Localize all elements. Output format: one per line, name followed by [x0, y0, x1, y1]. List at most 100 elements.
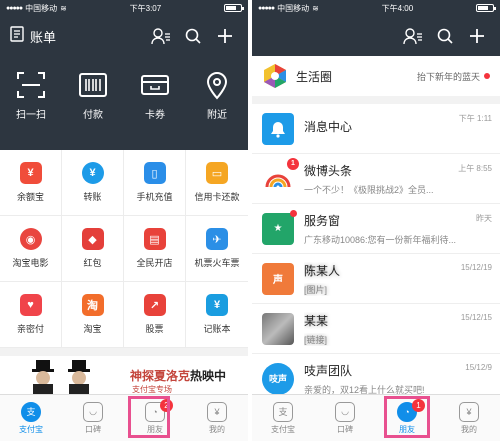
grid-item[interactable]: ✈ 机票火车票: [186, 216, 248, 282]
bell-icon: [262, 112, 294, 145]
grid-item-label: 股票: [145, 324, 164, 334]
grid-item[interactable]: ◉ 淘宝电影: [0, 216, 62, 282]
grid-item-label: 转账: [83, 192, 102, 202]
banner-subtitle: 支付宝专场: [132, 385, 172, 394]
carrier-label: 中国移动: [25, 3, 58, 13]
banner-title: 神探夏洛克热映中: [130, 367, 226, 384]
promo-banner[interactable]: 神探夏洛克热映中 支付宝专场: [0, 356, 248, 394]
message-preview: 一个不少！《极限挑战2》全员...: [304, 184, 434, 195]
life-circle-row[interactable]: 生活圈 抬下新年的蓝天: [252, 56, 500, 96]
plane-icon: ✈: [206, 228, 228, 250]
quick-actions: 扫一扫 付款 卡券 附近: [0, 56, 248, 150]
list-item[interactable]: 某某 [链接] 15/12/15: [252, 304, 500, 354]
avatar: [262, 312, 294, 345]
tab-koubei[interactable]: ◡ 口碑: [62, 395, 124, 441]
koubei-icon: ◡: [335, 401, 355, 422]
tab-bar: 支支付宝 ◡ 口碑 ◔ 朋友 2 ¥ 我的: [0, 394, 248, 441]
shop-icon: ▤: [143, 228, 166, 250]
grid-item-label: 红包: [83, 258, 102, 268]
heart-icon: ♥: [19, 294, 42, 316]
tab-mine[interactable]: ¥ 我的: [186, 395, 248, 441]
plus-icon[interactable]: [464, 23, 490, 49]
signal-icon: ●●●●●: [6, 4, 23, 12]
signal-group: ●●●●● 中国移动 ≋: [6, 3, 67, 14]
contacts-icon[interactable]: [148, 23, 174, 49]
message-time: 上午 8:55: [458, 164, 492, 173]
grid-item[interactable]: ¥ 记账本: [186, 282, 248, 348]
message-preview: [链接]: [304, 334, 328, 345]
plus-icon[interactable]: [212, 23, 238, 49]
grid-item-label: 记账本: [203, 324, 231, 334]
scan-button[interactable]: 扫一扫: [5, 70, 57, 121]
pay-label: 付款: [83, 110, 103, 121]
message-time: 昨天: [476, 214, 492, 223]
banner-title-b: 热映中: [190, 369, 227, 383]
grid-item[interactable]: ▤ 全民开店: [124, 216, 186, 282]
bill-icon[interactable]: [10, 25, 24, 47]
taobao-icon: 淘: [81, 294, 104, 316]
grid-item[interactable]: ♥ 亲密付: [0, 282, 62, 348]
grid-item-label: 余额宝: [16, 192, 44, 202]
grid-item-label: 信用卡还款: [194, 192, 240, 202]
search-icon[interactable]: [180, 23, 206, 49]
list-item[interactable]: 消息中心 下午 1:11: [252, 104, 500, 154]
grid-item[interactable]: ¥ 余额宝: [0, 150, 62, 216]
tab-label: 我的: [461, 424, 477, 434]
avatar: 声: [262, 262, 294, 295]
grid-item[interactable]: ▭ 信用卡还款: [186, 150, 248, 216]
tab-alipay[interactable]: 支支付宝: [0, 395, 62, 441]
header-dark: ●●●●● 中国移动 ≋ 下午4:00: [252, 0, 500, 56]
grid-item-label: 淘宝: [83, 324, 102, 334]
wifi-icon: ≋: [60, 3, 67, 13]
alipay-icon: 支: [21, 401, 41, 422]
list-item[interactable]: 声 陈某人 [图片] 15/12/19: [252, 254, 500, 304]
tab-alipay[interactable]: 支支付宝: [252, 395, 314, 441]
grid-item[interactable]: ▯ 手机充值: [124, 150, 186, 216]
list-item[interactable]: 1 微博头条 一个不少！《极限挑战2》全员... 上午 8:55: [252, 154, 500, 204]
message-preview: [图片]: [304, 284, 328, 295]
tab-koubei[interactable]: ◡ 口碑: [314, 395, 376, 441]
unread-dot: [484, 73, 490, 79]
pay-button[interactable]: 付款: [67, 70, 119, 121]
tab-label: 我的: [209, 424, 225, 434]
tab-label: 口碑: [85, 424, 101, 434]
highlight-box: [384, 396, 430, 438]
grid-item-label: 全民开店: [136, 258, 173, 268]
grid-item-label: 机票火车票: [194, 258, 240, 268]
message-time: 15/12/15: [460, 313, 492, 322]
life-circle-title: 生活圈: [296, 69, 333, 84]
scan-label: 扫一扫: [16, 110, 46, 121]
grid-item[interactable]: ¥ 转账: [62, 150, 124, 216]
friends-screen: ●●●●● 中国移动 ≋ 下午4:00 生活圈 抬下新年的蓝天 消息中心 下午 …: [252, 0, 500, 441]
highlight-box: [128, 396, 170, 438]
tab-mine[interactable]: ¥ 我的: [438, 395, 500, 441]
contacts-icon[interactable]: [400, 23, 426, 49]
barcode-icon: [79, 73, 107, 97]
coupon-button[interactable]: 卡券: [129, 70, 181, 121]
nearby-button[interactable]: 附近: [191, 70, 243, 121]
weibo-icon: 1: [262, 157, 299, 195]
grid-item[interactable]: ◆ 红包: [62, 216, 124, 282]
clock: 下午3:07: [129, 3, 162, 13]
grid-item[interactable]: ↗ 股票: [124, 282, 186, 348]
service-grid: ¥ 余额宝 ¥ 转账 ▯ 手机充值 ▭ 信用卡还款 ◉ 淘宝电影 ◆ 红包 ▤ 全民开店 ✈ 机…: [0, 150, 248, 348]
coupon-label: 卡券: [145, 110, 165, 121]
tab-bar: 支支付宝 ◡ 口碑 ◔ 朋友 1 ¥ 我的: [252, 394, 500, 441]
card-icon: [141, 75, 169, 95]
top-bar: [252, 16, 500, 56]
avatar: 吱声: [262, 362, 294, 395]
message-list: 消息中心 下午 1:11 1 微博头条 一个不少！《极限挑战2》全员... 上午 …: [252, 104, 500, 404]
phone-recharge-icon: ▯: [143, 162, 166, 184]
yuebao-icon: ¥: [19, 162, 42, 184]
grid-item[interactable]: 淘淘宝: [62, 282, 124, 348]
nearby-label: 附近: [207, 110, 227, 121]
unread-dot: [290, 209, 297, 217]
grid-item-label: 手机充值: [136, 192, 173, 202]
search-icon[interactable]: [432, 23, 458, 49]
scan-icon: [17, 72, 45, 98]
stock-icon: ↗: [143, 294, 166, 316]
list-item[interactable]: ★ 服务窗 广东移动10086:您有一份新年福利待... 昨天: [252, 204, 500, 254]
bill-link[interactable]: 账单: [30, 27, 56, 46]
top-bar: 账单: [0, 16, 248, 56]
movie-icon: ◉: [19, 228, 42, 250]
